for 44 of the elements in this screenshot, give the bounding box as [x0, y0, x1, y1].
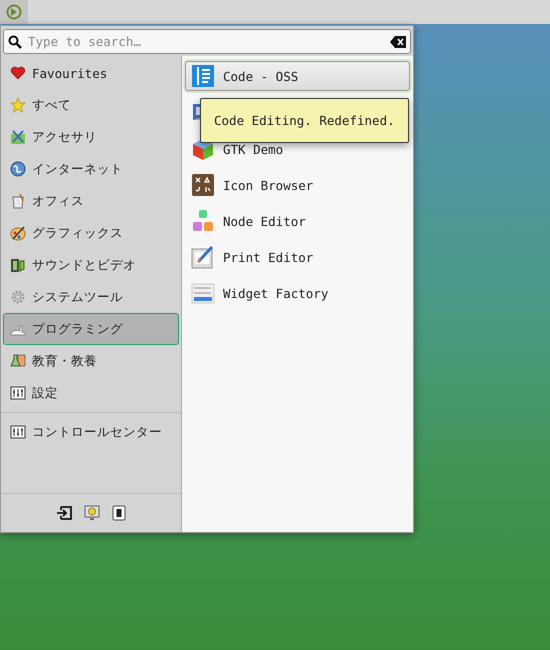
flask-icon	[10, 353, 26, 369]
category-item[interactable]: 設定	[3, 377, 179, 409]
monitor-icon	[84, 505, 100, 521]
category-item[interactable]: すべて	[3, 89, 179, 121]
category-item[interactable]: サウンドとビデオ	[3, 249, 179, 281]
blocks-icon	[191, 209, 215, 233]
editor-icon	[191, 64, 215, 88]
switch-icon	[112, 505, 126, 521]
symbols-icon	[191, 173, 215, 197]
control-panel-icon	[10, 424, 26, 440]
palette-icon	[10, 225, 26, 241]
app-item[interactable]: Widget Factory	[185, 275, 410, 311]
category-item[interactable]: オフィス	[3, 185, 179, 217]
category-item[interactable]: 教育・教養	[3, 345, 179, 377]
cup-icon	[10, 193, 26, 209]
logout-button[interactable]	[56, 506, 72, 520]
search-input[interactable]: Type to search…	[28, 34, 384, 49]
control-center-item[interactable]: コントロールセンター	[3, 416, 179, 448]
category-item[interactable]: プログラミング	[3, 313, 179, 345]
category-item[interactable]: グラフィックス	[3, 217, 179, 249]
star-icon	[10, 97, 26, 113]
shutdown-button[interactable]	[112, 505, 126, 521]
app-item[interactable]: Icon Browser	[185, 167, 410, 203]
pen-icon	[191, 245, 215, 269]
lock-screen-button[interactable]	[84, 505, 100, 521]
category-item[interactable]: Favourites	[3, 57, 179, 89]
category-item[interactable]: システムツール	[3, 281, 179, 313]
globe-icon	[10, 161, 26, 177]
logo-icon	[6, 4, 22, 20]
search-icon	[8, 34, 22, 48]
search-field[interactable]: Type to search…	[3, 29, 411, 54]
category-item[interactable]: アクセサリ	[3, 121, 179, 153]
tooltip: Code Editing. Redefined.	[200, 98, 409, 143]
sliders-icon	[10, 385, 26, 401]
clear-icon[interactable]	[390, 36, 406, 48]
logout-icon	[56, 506, 72, 520]
app-item[interactable]: Node Editor	[185, 203, 410, 239]
film-icon	[10, 257, 26, 273]
app-item[interactable]: Code - OSS	[185, 61, 410, 91]
category-item[interactable]: インターネット	[3, 153, 179, 185]
app-item[interactable]: Print Editor	[185, 239, 410, 275]
gear-icon	[10, 289, 26, 305]
heart-icon	[10, 65, 26, 81]
window-icon	[191, 281, 215, 305]
